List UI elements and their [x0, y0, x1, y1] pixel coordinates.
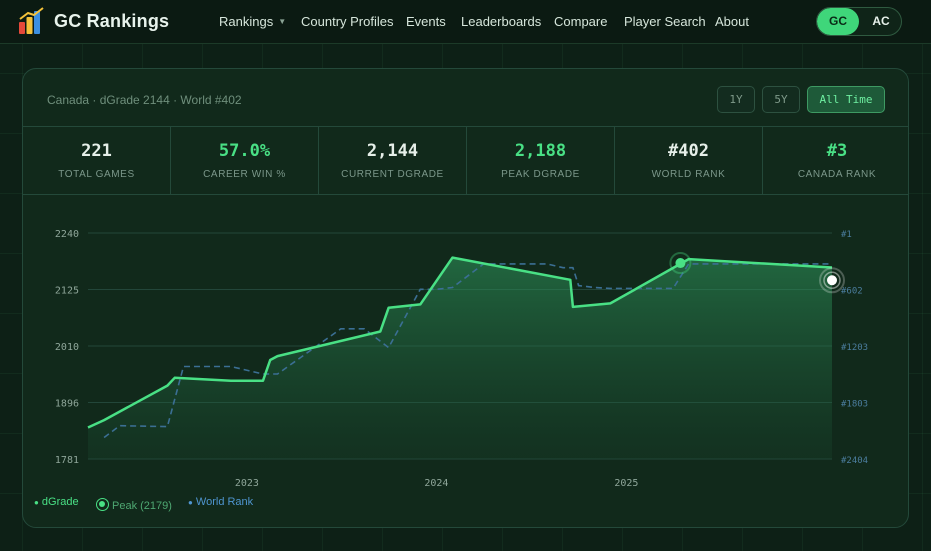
- current-marker: [827, 275, 837, 286]
- y-tick-label: 1896: [55, 399, 79, 410]
- x-tick-label: 2025: [614, 478, 638, 489]
- legend-world-rank[interactable]: ● World Rank: [188, 496, 253, 508]
- y-tick-label: 2010: [55, 342, 79, 353]
- rating-history-chart[interactable]: 2240 #1 2125 #602 2010 #1203 1896 #1803 1781 #240…: [0, 0, 931, 551]
- legend-world-rank-label: World Rank: [195, 496, 254, 508]
- dot-icon: ●: [34, 498, 39, 507]
- y-right-tick-label: #1803: [841, 400, 868, 410]
- y-tick-label: 2240: [55, 229, 79, 240]
- y-right-tick-label: #602: [841, 287, 863, 297]
- y-right-tick-label: #1203: [841, 343, 868, 353]
- dgrade-area: [88, 257, 832, 459]
- legend-peak[interactable]: Peak (2179): [96, 496, 172, 512]
- y-right-tick-label: #1: [841, 230, 852, 240]
- x-tick-label: 2023: [235, 478, 259, 489]
- peak-marker: [675, 258, 686, 269]
- y-right-tick-label: #2404: [841, 456, 868, 466]
- x-tick-label: 2024: [424, 478, 448, 489]
- y-tick-label: 2125: [55, 286, 79, 297]
- legend-dgrade-label: dGrade: [41, 496, 79, 508]
- peak-ring-icon: [96, 498, 109, 511]
- legend-peak-label: Peak (2179): [112, 500, 172, 512]
- y-tick-label: 1781: [55, 455, 79, 466]
- legend-dgrade[interactable]: ● dGrade: [34, 496, 79, 508]
- dot-icon: ●: [188, 498, 193, 507]
